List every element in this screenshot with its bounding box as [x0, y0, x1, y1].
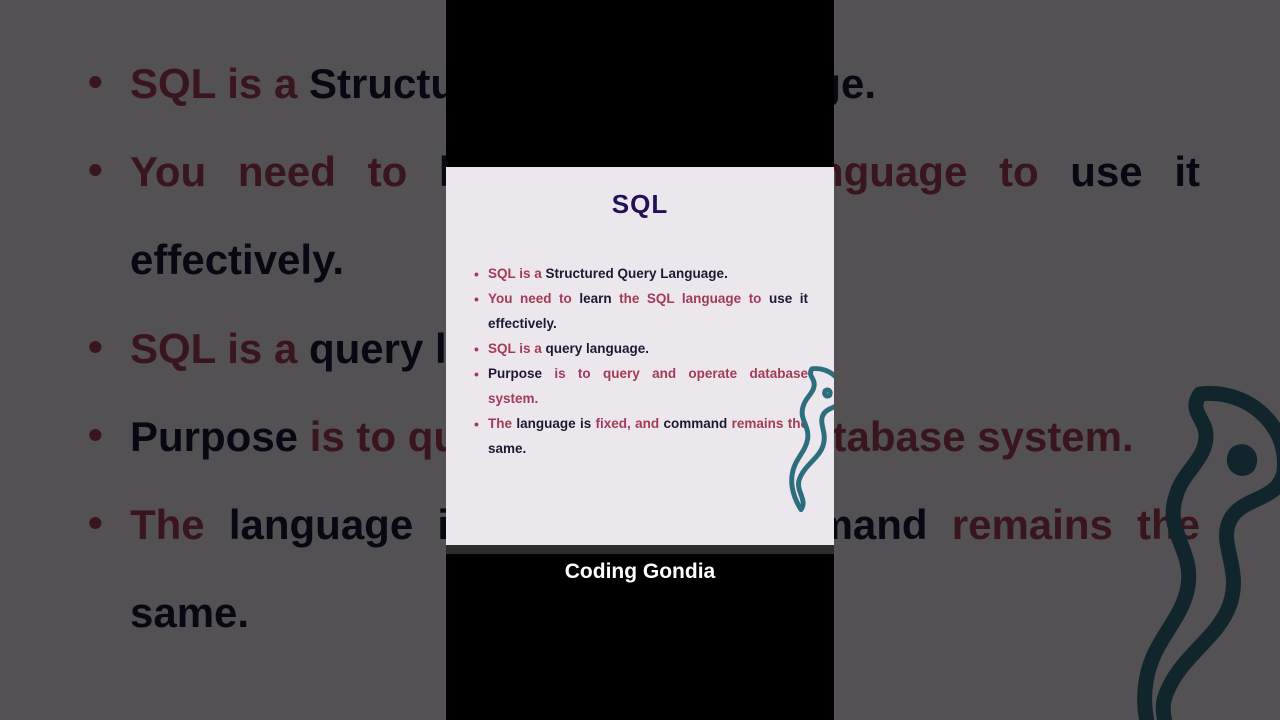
bullet-text-span: language is	[516, 416, 595, 431]
bullet-text-span: command	[664, 416, 732, 431]
bullet-text-span: You need to	[130, 148, 439, 195]
mysql-dolphin-icon	[746, 357, 834, 517]
short-video-column: SQL SQL is a Structured Query Language.Y…	[446, 0, 834, 720]
bullet-text-span: fixed,	[596, 416, 636, 431]
bullet-text-span: the SQL language to	[619, 291, 769, 306]
caption-bar: Coding Gondia	[446, 554, 834, 720]
bullet-text-span: The	[488, 416, 516, 431]
slide-card: SQL SQL is a Structured Query Language.Y…	[446, 167, 834, 545]
bullet-text-span: query language.	[546, 341, 650, 356]
bullet-text-span: You need to	[488, 291, 579, 306]
bullet-item: You need to learn the SQL language to us…	[472, 287, 808, 337]
bullet-text-span: SQL is a	[130, 60, 309, 107]
bullet-text-span: same.	[130, 589, 249, 636]
stage: SQL is a Structured Query Language.You n…	[0, 0, 1280, 720]
mysql-dolphin-icon	[1020, 370, 1280, 720]
bullet-text-span: Purpose	[130, 413, 310, 460]
bullet-text-span: Structured Query Language.	[546, 266, 728, 281]
bullet-text-span: SQL is a	[488, 266, 546, 281]
channel-name: Coding Gondia	[565, 560, 715, 583]
bullet-text-span: learn	[579, 291, 619, 306]
bullet-text-span: same.	[488, 441, 526, 456]
slide-title: SQL	[472, 189, 808, 220]
bullet-text-span: The	[130, 501, 229, 548]
top-black-bar	[446, 0, 834, 167]
bullet-text-span: and	[635, 416, 663, 431]
bullet-text-span: SQL is a	[488, 341, 546, 356]
bullet-text-span: Purpose	[488, 366, 554, 381]
bullet-item: SQL is a Structured Query Language.	[472, 262, 808, 287]
separator-bar	[446, 545, 834, 554]
bullet-text-span: SQL is a	[130, 325, 309, 372]
